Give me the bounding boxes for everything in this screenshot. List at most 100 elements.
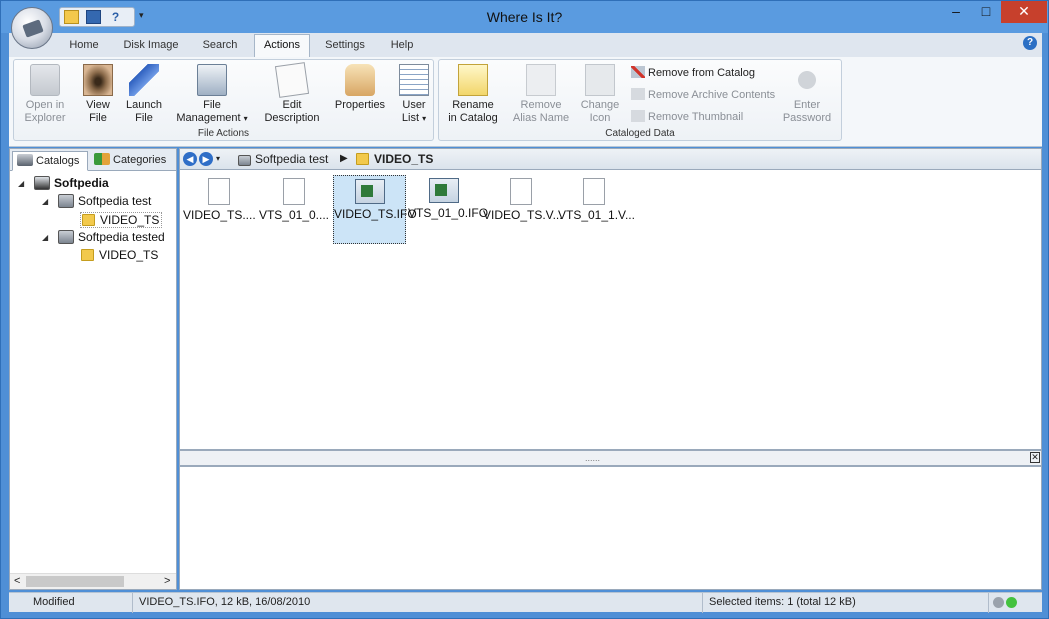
back-icon[interactable]: ◀	[183, 152, 197, 166]
file-item[interactable]: VIDEO_TS.V...	[483, 175, 563, 241]
status-ok-icon	[1006, 597, 1017, 608]
quick-access-toolbar: ?	[59, 7, 135, 27]
forward-icon[interactable]: ▶	[199, 152, 213, 166]
remove-archive-contents-button[interactable]: Remove Archive Contents	[631, 88, 775, 101]
file-item[interactable]: VTS_01_0.IFO	[408, 175, 488, 241]
application-menu-button[interactable]	[11, 7, 53, 49]
open-in-explorer-button[interactable]: Open in Explorer	[18, 64, 72, 125]
quick-access-dropdown-icon[interactable]: ▾	[139, 10, 144, 21]
tab-catalogs-label: Catalogs	[36, 155, 80, 167]
change-icon-label-1: Change	[580, 99, 620, 111]
drive-icon	[58, 230, 74, 244]
properties-label: Properties	[334, 99, 386, 111]
path-volume[interactable]: Softpedia test	[238, 152, 328, 166]
file-actions-group-label: File Actions	[197, 128, 250, 139]
tree-folder-1-label: VIDEO_TS	[100, 213, 160, 227]
launch-file-label-2: File	[135, 112, 153, 124]
folder-icon	[82, 214, 95, 226]
file-name: VIDEO_TS.IFO	[334, 207, 417, 221]
tab-help[interactable]: Help	[384, 38, 420, 57]
properties-button[interactable]: Properties	[330, 64, 390, 112]
status-modified: Modified	[9, 593, 133, 613]
window-title: Where Is It?	[486, 9, 563, 25]
view-file-button[interactable]: View File	[76, 64, 120, 125]
scroll-left-icon[interactable]: <	[14, 575, 20, 587]
user-list-button[interactable]: User List ▾	[394, 64, 434, 125]
path-folder[interactable]: VIDEO_TS	[356, 152, 433, 166]
ribbon-tab-row: Home Disk Image Search Actions Settings …	[9, 33, 1042, 57]
title-bar: Where Is It? – □ ✕	[1, 1, 1048, 33]
remove-thumbnail-icon	[631, 110, 645, 122]
tab-catalogs[interactable]: Catalogs	[12, 151, 88, 171]
description-pane[interactable]	[179, 466, 1042, 590]
tree-volume-1-label: Softpedia test	[78, 194, 152, 208]
document-icon	[283, 178, 305, 205]
remove-from-catalog-label: Remove from Catalog	[648, 67, 755, 79]
open-in-explorer-icon	[30, 64, 60, 96]
splitter-grip-icon[interactable]: ......	[585, 453, 600, 463]
file-item-selected[interactable]: VIDEO_TS.IFO	[333, 175, 417, 244]
tab-search[interactable]: Search	[195, 38, 245, 57]
remove-alias-icon	[526, 64, 556, 96]
edit-description-button[interactable]: Edit Description	[260, 62, 324, 125]
tree-folder-video-ts-2[interactable]: VIDEO_TS	[81, 248, 158, 262]
minimize-button[interactable]: –	[941, 1, 971, 23]
folder-icon	[81, 249, 94, 261]
history-dropdown-icon[interactable]: ▾	[216, 154, 220, 163]
tree-volume-softpedia-tested[interactable]: Softpedia tested	[58, 230, 165, 244]
tab-categories[interactable]: Categories	[90, 151, 174, 171]
remove-thumbnail-button[interactable]: Remove Thumbnail	[631, 110, 743, 123]
close-button[interactable]: ✕	[1001, 1, 1047, 23]
eye-icon	[83, 64, 113, 96]
user-list-label-1: User	[402, 99, 426, 111]
remove-from-catalog-button[interactable]: Remove from Catalog	[631, 66, 755, 79]
rename-icon	[458, 64, 488, 96]
document-icon	[583, 178, 605, 205]
tab-home[interactable]: Home	[61, 38, 107, 57]
open-in-explorer-label-1: Open in	[25, 99, 65, 111]
tab-disk-image[interactable]: Disk Image	[119, 38, 183, 57]
save-icon[interactable]	[86, 10, 101, 24]
drive-icon	[58, 194, 74, 208]
file-item[interactable]: VIDEO_TS....	[183, 175, 256, 241]
left-pane-tabs: Catalogs Categories	[10, 149, 176, 171]
launch-file-button[interactable]: Launch File	[120, 64, 168, 125]
tree-folder-video-ts-1[interactable]: VIDEO_TS	[80, 212, 163, 228]
help-icon[interactable]: ?	[1023, 36, 1037, 50]
scrollbar-thumb[interactable]	[26, 576, 124, 587]
maximize-button[interactable]: □	[971, 1, 1001, 23]
file-item[interactable]: VTS_01_0....	[258, 175, 330, 241]
help-cursor-icon[interactable]: ?	[108, 10, 123, 24]
rename-in-catalog-button[interactable]: Rename in Catalog	[445, 64, 501, 125]
open-folder-icon[interactable]	[64, 10, 79, 24]
change-icon-label-2: Icon	[589, 112, 611, 124]
remove-archive-icon	[631, 88, 645, 100]
scroll-right-icon[interactable]: >	[164, 575, 170, 587]
file-item[interactable]: VTS_01_1.V...	[558, 175, 635, 241]
close-description-icon[interactable]: ✕	[1030, 452, 1040, 463]
collapse-root-icon[interactable]: ◢	[18, 179, 24, 188]
change-icon-button[interactable]: Change Icon	[577, 64, 623, 125]
remove-alias-name-button[interactable]: Remove Alias Name	[511, 64, 571, 125]
file-name: VTS_01_1.V...	[558, 208, 635, 222]
enter-password-button[interactable]: Enter Password	[779, 64, 835, 125]
tab-actions[interactable]: Actions	[254, 34, 310, 57]
collapse-volume-2-icon[interactable]: ◢	[42, 233, 48, 242]
launch-file-label-1: Launch	[125, 99, 163, 111]
tree-root[interactable]: Softpedia	[34, 176, 109, 190]
cataloged-data-group-label: Cataloged Data	[605, 128, 675, 139]
document-icon	[510, 178, 532, 205]
enter-password-label-2: Password	[782, 112, 832, 124]
root-catalog-icon	[34, 176, 50, 190]
file-name: VTS_01_0.IFO	[408, 206, 489, 220]
password-icon	[792, 64, 822, 96]
remove-from-catalog-icon	[631, 66, 645, 78]
file-management-button[interactable]: File Management ▾	[172, 64, 252, 125]
tab-settings[interactable]: Settings	[317, 38, 373, 57]
file-name: VIDEO_TS.V...	[483, 208, 563, 222]
description-splitter[interactable]: ...... ✕	[179, 450, 1042, 466]
document-icon	[208, 178, 230, 205]
horizontal-scrollbar[interactable]: < >	[10, 573, 176, 589]
tree-volume-softpedia-test[interactable]: Softpedia test	[58, 194, 151, 208]
collapse-volume-1-icon[interactable]: ◢	[42, 197, 48, 206]
